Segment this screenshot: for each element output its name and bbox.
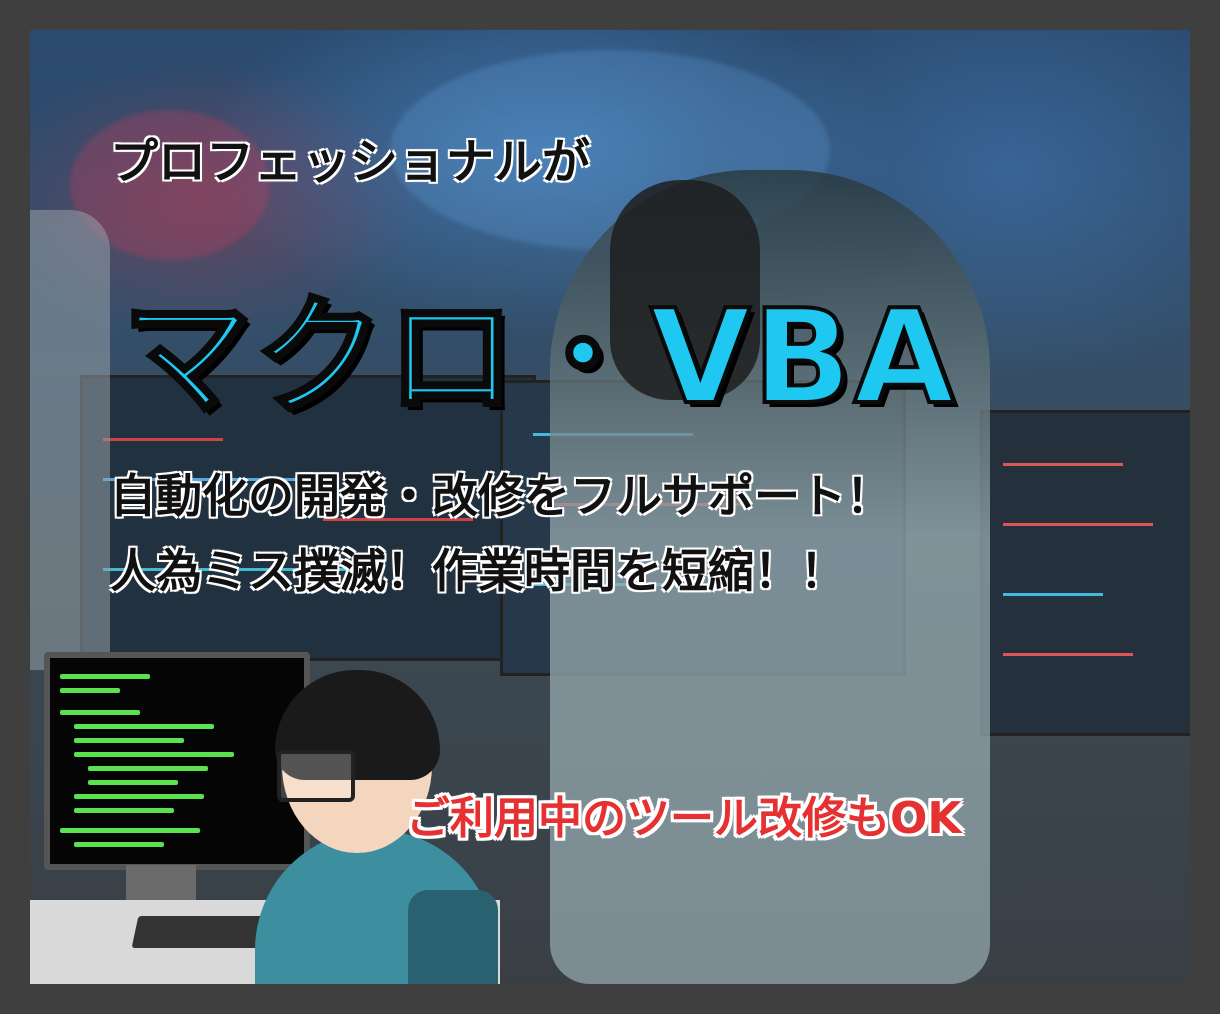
chair (408, 890, 498, 984)
keyboard (131, 916, 269, 948)
badge-text: ご利用中のツール改修もOK (406, 793, 962, 844)
code-monitor (44, 652, 310, 870)
headline-intro: プロフェッショナルが (110, 134, 591, 190)
glasses-icon (277, 750, 355, 802)
background-person-left (30, 210, 110, 670)
subheadline-1: 自動化の開発・改修をフルサポート！ (110, 469, 892, 523)
headline-main: マクロ・VBA (120, 279, 957, 435)
subheadline-2: 人為ミス撲滅！作業時間を短縮！！ (110, 544, 846, 598)
banner: プロフェッショナルが マクロ・VBA 自動化の開発・改修をフルサポート！ 人為ミ… (30, 30, 1190, 984)
background-monitor-right (980, 410, 1190, 736)
